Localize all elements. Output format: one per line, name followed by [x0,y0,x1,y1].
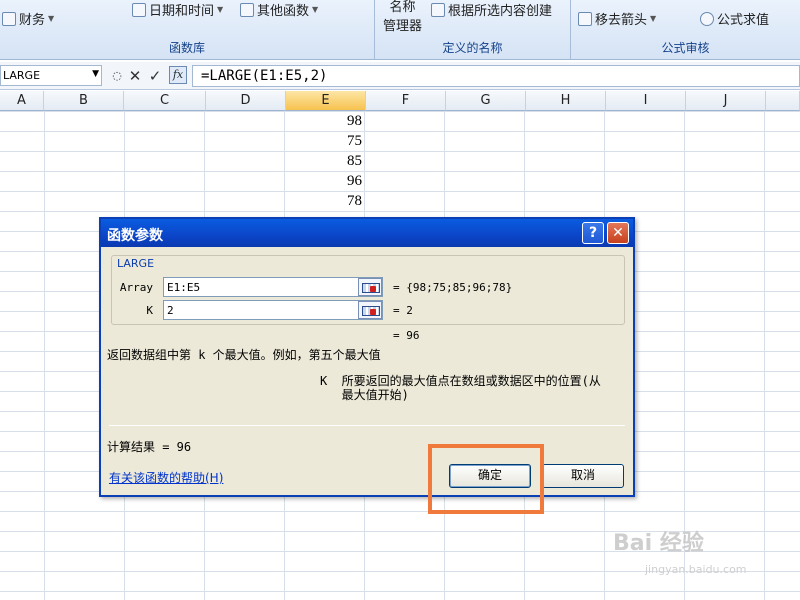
enter-icon[interactable]: ✓ [146,67,164,85]
create-from-selection-button[interactable]: 根据所选内容创建 [431,0,552,19]
column-header-h[interactable]: H [526,91,606,111]
cancel-icon[interactable]: ✕ [126,67,144,85]
column-header-i[interactable]: I [606,91,686,111]
evaluate-formula-label: 公式求值 [717,13,770,28]
cell-e2[interactable]: 75 [286,131,366,151]
column-header-f[interactable]: F [366,91,446,111]
name-manager-label: 管理器 [383,19,423,34]
datetime-dropdown[interactable]: 日期和时间 ▼ [132,0,223,19]
cell-e3[interactable]: 85 [286,151,366,171]
calendar-icon [132,2,146,17]
collapse-dialog-icon[interactable] [358,301,382,319]
column-header-a[interactable]: A [0,91,44,111]
annotation-highlight-box [428,444,544,514]
column-header-b[interactable]: B [44,91,124,111]
chevron-down-icon: ▼ [217,5,224,14]
group-label-function-library: 函数库 [168,41,205,55]
cancel-button[interactable]: 取消 [542,464,624,488]
evaluate-formula-icon [700,11,714,26]
dialog-title-bar[interactable]: 函数参数 [101,219,633,247]
name-manager-button[interactable]: 名称 管理器 [383,0,422,34]
help-icon[interactable]: ? [582,222,604,244]
k-result: = 2 [393,304,413,317]
finance-icon [2,11,16,26]
chevron-down-icon: ▼ [312,5,319,14]
array-result: = {98;75;85;96;78} [393,281,513,294]
name-box-value: LARGE [3,69,41,82]
expand-icon[interactable]: ◌ [108,67,126,85]
function-description: 返回数据组中第 k 个最大值。例如，第五个最大值 [107,348,381,362]
finance-dropdown[interactable]: 财务 ▼ [2,9,54,28]
function-name: LARGE [115,257,157,270]
group-label-defined-names: 定义的名称 [442,41,503,55]
array-label: Array [119,281,153,294]
watermark-logo: Bai 经验 [613,531,704,556]
table-icon [431,2,445,17]
column-header-c[interactable]: C [124,91,206,111]
formula-bar: LARGE ▼ ◌ ✕ ✓ fx =LARGE(E1:E5,2) [0,62,800,90]
formula-result: = 96 [393,329,420,342]
calculation-result: 计算结果 = 96 [107,440,192,454]
remove-arrows-icon [578,11,592,26]
k-label: K [146,304,153,317]
remove-arrows-dropdown[interactable]: 移去箭头 ▼ [578,9,656,28]
cell-e4[interactable]: 96 [286,171,366,191]
close-icon[interactable]: ✕ [607,222,629,244]
insert-function-icon[interactable]: fx [169,66,187,84]
column-header-k[interactable] [766,91,800,111]
column-header-j[interactable]: J [686,91,766,111]
datetime-label: 日期和时间 [149,4,215,19]
other-functions-label: 其他函数 [257,4,310,19]
group-label-formula-auditing: 公式审核 [661,41,710,55]
formula-input[interactable]: =LARGE(E1:E5,2) [192,65,800,87]
column-header-d[interactable]: D [206,91,286,111]
chevron-down-icon: ▼ [650,14,657,23]
ribbon: 财务 ▼ 日期和时间 ▼ 其他函数 ▼ 名称 管理器 根据所选内容创建 移去箭头… [0,0,800,60]
column-header-e[interactable]: E [286,91,366,111]
cell-e1[interactable]: 98 [286,111,366,131]
argument-help-line-2: 最大值开始) [320,388,409,402]
k-input[interactable]: 2 [163,300,383,320]
remove-arrows-label: 移去箭头 [595,13,648,28]
watermark-url: jingyan.baidu.com [645,563,747,576]
divider [109,425,625,426]
function-help-link[interactable]: 有关该函数的帮助(H) [109,469,223,486]
name-box[interactable]: LARGE ▼ [0,65,102,86]
collapse-dialog-icon[interactable] [358,278,382,296]
function-arguments-dialog: 函数参数 ? ✕ LARGE Array E1:E5 = {98;75;85;9… [99,217,635,497]
chevron-down-icon: ▼ [48,14,55,23]
cell-e5[interactable]: 78 [286,191,366,211]
chevron-down-icon[interactable]: ▼ [92,69,99,79]
other-functions-dropdown[interactable]: 其他函数 ▼ [240,0,318,19]
array-input[interactable]: E1:E5 [163,277,383,297]
name-manager-label-top: 名称 [389,0,416,15]
column-header-g[interactable]: G [446,91,526,111]
books-icon [240,2,254,17]
evaluate-formula-button[interactable]: 公式求值 [700,9,769,28]
create-from-selection-label: 根据所选内容创建 [448,4,553,19]
dialog-title: 函数参数 [107,228,163,244]
finance-label: 财务 [19,13,46,28]
